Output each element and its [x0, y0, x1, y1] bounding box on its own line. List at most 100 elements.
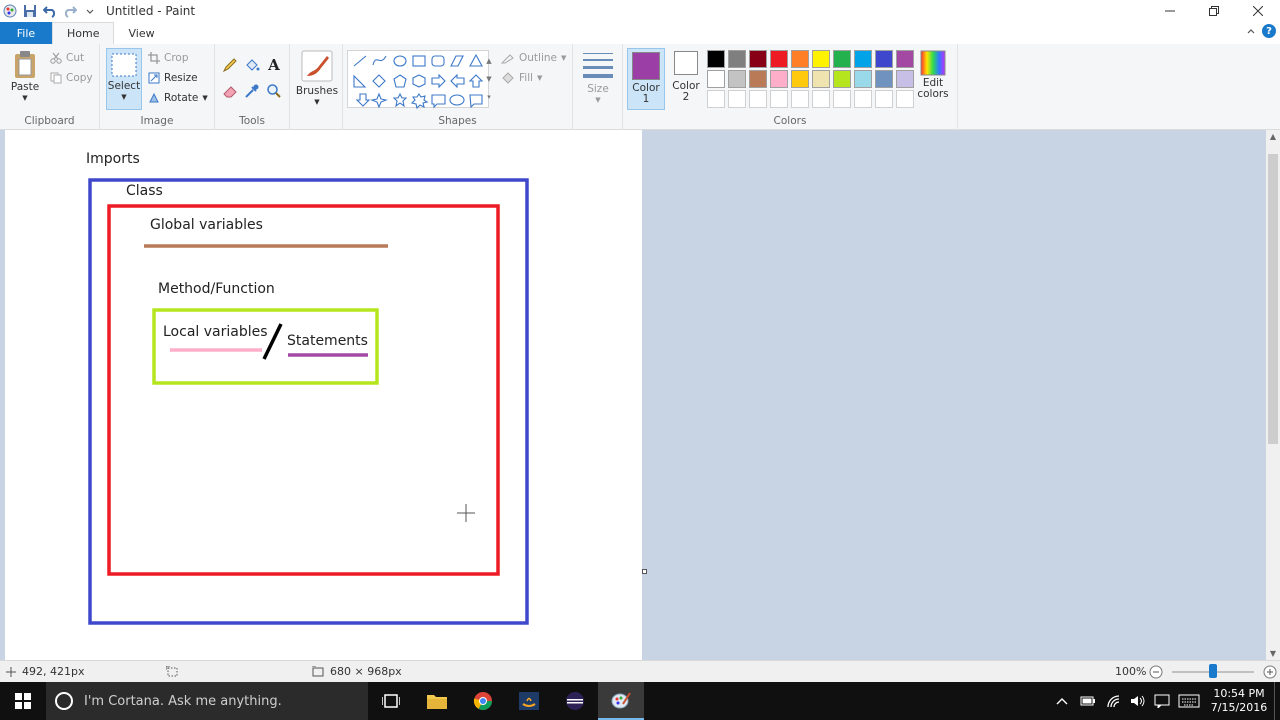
tab-home[interactable]: Home [52, 22, 115, 44]
paint-app-icon[interactable] [2, 3, 18, 19]
color2-button[interactable]: Color 2 [669, 51, 703, 103]
shapes-gallery-icons[interactable] [348, 51, 490, 110]
tab-view[interactable]: View [114, 22, 168, 44]
taskbar-clock[interactable]: 10:54 PM 7/15/2016 [1204, 687, 1274, 715]
cortana-search-box[interactable]: I'm Cortana. Ask me anything. [46, 682, 368, 720]
taskbar-paint[interactable] [598, 682, 644, 720]
palette-swatch[interactable] [770, 70, 788, 88]
outline-button[interactable]: Outline ▼ [501, 52, 566, 64]
paste-dropdown-icon[interactable]: ▼ [22, 93, 27, 104]
size-dropdown-icon[interactable]: ▼ [595, 95, 600, 106]
close-button[interactable] [1236, 0, 1280, 22]
minimize-button[interactable] [1148, 0, 1192, 22]
rotate-dropdown-icon[interactable]: ▼ [202, 94, 207, 102]
zoom-slider-handle[interactable] [1209, 664, 1217, 678]
color1-label: Color 1 [632, 82, 660, 105]
show-desktop-button[interactable] [1274, 682, 1280, 720]
scroll-down-icon[interactable]: ▼ [1266, 649, 1280, 658]
eraser-icon[interactable] [221, 82, 239, 100]
task-view-button[interactable] [368, 682, 414, 720]
palette-swatch-empty[interactable] [875, 90, 893, 108]
palette-swatch-empty[interactable] [896, 90, 914, 108]
keyboard-icon[interactable] [1178, 694, 1200, 708]
taskbar-eclipse[interactable] [552, 682, 598, 720]
canvas-workspace[interactable]: Imports Class Global variables Method/Fu… [0, 130, 1266, 660]
zoom-in-icon[interactable] [1263, 665, 1277, 679]
outline-dropdown-icon[interactable]: ▼ [561, 54, 566, 62]
drawing-canvas[interactable]: Imports Class Global variables Method/Fu… [5, 130, 642, 660]
select-button[interactable]: Select ▼ [106, 48, 142, 110]
undo-icon[interactable] [42, 3, 58, 19]
palette-swatch-empty[interactable] [749, 90, 767, 108]
minimize-ribbon-icon[interactable] [1246, 26, 1256, 36]
resize-button[interactable]: Resize [148, 72, 198, 84]
palette-swatch-empty[interactable] [728, 90, 746, 108]
palette-swatch[interactable] [812, 50, 830, 68]
palette-swatch[interactable] [791, 50, 809, 68]
fill-dropdown-icon[interactable]: ▼ [537, 74, 542, 82]
wifi-icon[interactable] [1106, 694, 1122, 708]
palette-swatch[interactable] [812, 70, 830, 88]
text-tool-icon[interactable]: A [265, 56, 283, 74]
copy-button[interactable]: Copy [50, 72, 93, 84]
scroll-up-icon[interactable]: ▲ [1266, 132, 1280, 141]
shapes-scroll[interactable]: ▲ ▼ ▾ [485, 52, 493, 106]
taskbar-app-java[interactable] [506, 682, 552, 720]
palette-swatch[interactable] [854, 70, 872, 88]
palette-swatch-empty[interactable] [770, 90, 788, 108]
color1-button[interactable]: Color 1 [627, 48, 665, 110]
brushes-button[interactable]: Brushes ▼ [294, 50, 340, 108]
battery-icon[interactable] [1080, 695, 1096, 707]
edit-colors-button[interactable]: Edit colors [915, 50, 951, 100]
taskbar-chrome[interactable] [460, 682, 506, 720]
palette-swatch[interactable] [854, 50, 872, 68]
tab-file[interactable]: File [0, 22, 52, 44]
palette-swatch[interactable] [707, 70, 725, 88]
palette-swatch[interactable] [728, 50, 746, 68]
palette-swatch-empty[interactable] [854, 90, 872, 108]
palette-swatch-empty[interactable] [833, 90, 851, 108]
start-button[interactable] [0, 682, 46, 720]
magnifier-icon[interactable] [265, 82, 283, 100]
vertical-scrollbar[interactable]: ▲ ▼ [1266, 130, 1280, 660]
palette-swatch[interactable] [875, 70, 893, 88]
zoom-out-icon[interactable] [1149, 665, 1163, 679]
customize-qat-icon[interactable] [82, 3, 98, 19]
palette-swatch[interactable] [770, 50, 788, 68]
palette-swatch[interactable] [875, 50, 893, 68]
taskbar-file-explorer[interactable] [414, 682, 460, 720]
redo-icon[interactable] [62, 3, 78, 19]
help-icon[interactable]: ? [1262, 24, 1276, 38]
palette-swatch-empty[interactable] [812, 90, 830, 108]
rotate-button[interactable]: Rotate ▼ [148, 92, 208, 104]
palette-swatch[interactable] [707, 50, 725, 68]
volume-icon[interactable] [1130, 694, 1146, 708]
palette-swatch[interactable] [833, 50, 851, 68]
palette-swatch-empty[interactable] [707, 90, 725, 108]
color-picker-icon[interactable] [243, 82, 261, 100]
fill-bucket-icon[interactable] [243, 56, 261, 74]
show-hidden-icons[interactable] [1056, 696, 1068, 706]
brushes-label: Brushes [295, 85, 339, 97]
size-button[interactable]: Size ▼ [579, 50, 617, 106]
palette-swatch[interactable] [896, 50, 914, 68]
select-dropdown-icon[interactable]: ▼ [121, 92, 126, 103]
save-icon[interactable] [22, 3, 38, 19]
notifications-icon[interactable] [1154, 694, 1170, 708]
restore-button[interactable] [1192, 0, 1236, 22]
canvas-resize-handle[interactable] [642, 569, 647, 574]
palette-swatch[interactable] [896, 70, 914, 88]
palette-swatch[interactable] [833, 70, 851, 88]
palette-swatch-empty[interactable] [791, 90, 809, 108]
fill-button[interactable]: Fill ▼ [501, 72, 542, 84]
palette-swatch[interactable] [749, 50, 767, 68]
pencil-icon[interactable] [221, 56, 239, 74]
palette-swatch[interactable] [728, 70, 746, 88]
palette-swatch[interactable] [791, 70, 809, 88]
crop-button[interactable]: Crop [148, 52, 189, 64]
brushes-dropdown-icon[interactable]: ▼ [314, 97, 319, 108]
palette-swatch[interactable] [749, 70, 767, 88]
cut-button[interactable]: Cut [50, 52, 84, 64]
paste-button[interactable]: Paste ▼ [8, 50, 42, 104]
scrollbar-thumb[interactable] [1268, 154, 1278, 444]
